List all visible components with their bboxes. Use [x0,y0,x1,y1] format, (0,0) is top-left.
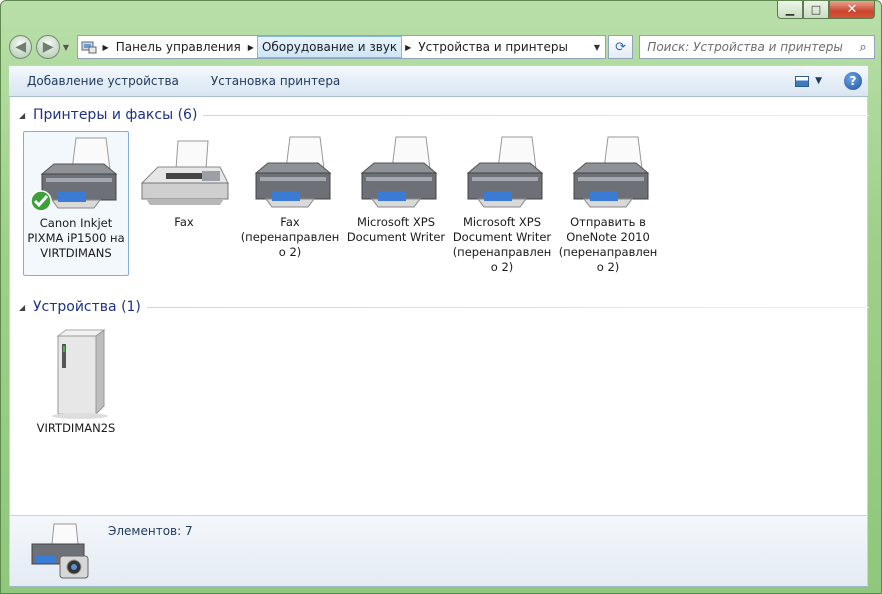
device-item[interactable]: Canon Inkjet PIXMA iP1500 на VIRTDIMANS [23,131,129,276]
group-header-printers[interactable]: ◢ Принтеры и факсы (6) [19,105,869,125]
command-bar: Добавление устройства Установка принтера… [9,65,868,97]
printer-icon [452,131,552,215]
device-item[interactable]: Fax (перенаправлен о 2) [237,131,343,260]
address-bar[interactable]: ▶ Панель управления ▶ Оборудование и зву… [76,35,606,59]
navigation-bar: ◀ ▶ ▼ ▶ Панель управления ▶ Оборудование… [9,33,876,61]
back-button[interactable]: ◀ [9,35,33,59]
computer-tower-icon [26,325,126,421]
chevron-down-icon: ▼ [815,76,822,86]
group-header-devices[interactable]: ◢ Устройства (1) [19,297,869,317]
breadcrumb-separator-icon[interactable]: ▶ [245,43,257,52]
devices-and-printers-icon [26,522,92,582]
add-device-button[interactable]: Добавление устройства [9,66,193,96]
search-box[interactable]: ⌕ [639,35,876,59]
close-button[interactable]: ✕ [829,1,875,19]
devices-view: ◢ Принтеры и факсы (6) Canon Inkjet PIXM… [9,97,869,515]
device-item[interactable]: VIRTDIMAN2S [23,325,129,436]
add-printer-button[interactable]: Установка принтера [193,66,354,96]
recent-pages-dropdown[interactable]: ▼ [63,43,73,52]
group-divider [203,114,869,116]
breadcrumb-control-panel[interactable]: Панель управления [112,36,245,58]
forward-arrow-icon: ▶ [42,39,54,55]
device-label: Отправить в OneNote 2010 (перенаправлен … [558,215,658,274]
refresh-icon: ⟳ [615,39,627,55]
item-count: Элементов: 7 [108,524,193,538]
breadcrumb-hardware-and-sound[interactable]: Оборудование и звук [256,36,403,58]
refresh-button[interactable]: ⟳ [607,35,634,59]
device-label: VIRTDIMAN2S [36,421,116,435]
back-arrow-icon: ◀ [15,39,27,55]
group-title: Устройства (1) [33,299,141,315]
breadcrumb-devices-and-printers[interactable]: Устройства и принтеры [414,36,572,58]
breadcrumb-separator-icon[interactable]: ▶ [402,43,414,52]
caption-buttons: ▁ □ ✕ [777,1,875,19]
help-button[interactable]: ? [844,72,862,90]
device-label: Fax [174,215,194,229]
printer-icon [240,131,340,215]
collapse-arrow-icon[interactable]: ◢ [19,303,27,312]
device-label: Microsoft XPS Document Writer (перенапра… [452,215,552,274]
default-checkmark-icon [30,190,52,212]
breadcrumb-separator-icon[interactable]: ▶ [100,43,112,52]
change-view-button[interactable]: ▼ [795,75,822,87]
printer-icon [558,131,658,215]
explorer-window: ▁ □ ✕ ◀ ▶ ▼ ▶ Панель управления ▶ Оборуд… [0,0,882,594]
address-history-dropdown[interactable]: ▼ [589,43,605,52]
device-label: Microsoft XPS Document Writer [346,215,446,244]
device-label: Fax (перенаправлен о 2) [240,215,340,259]
printer-icon [346,131,446,215]
printer-icon [26,132,126,216]
maximize-button[interactable]: □ [803,1,829,19]
search-icon[interactable]: ⌕ [852,40,874,55]
fax-icon [134,131,234,215]
details-pane: Элементов: 7 [9,515,868,587]
device-item[interactable]: Fax [131,131,237,230]
forward-button[interactable]: ▶ [36,35,60,59]
search-input[interactable] [647,40,853,54]
group-title: Принтеры и факсы (6) [33,107,198,123]
collapse-arrow-icon[interactable]: ◢ [19,111,27,120]
control-panel-icon [78,36,100,58]
device-label: Canon Inkjet PIXMA iP1500 на VIRTDIMANS [27,216,125,260]
device-item[interactable]: Microsoft XPS Document Writer (перенапра… [449,131,555,275]
group-divider [146,306,869,308]
device-item[interactable]: Microsoft XPS Document Writer [343,131,449,245]
device-item[interactable]: Отправить в OneNote 2010 (перенаправлен … [555,131,661,275]
view-icon [795,75,810,87]
minimize-button[interactable]: ▁ [777,1,803,19]
